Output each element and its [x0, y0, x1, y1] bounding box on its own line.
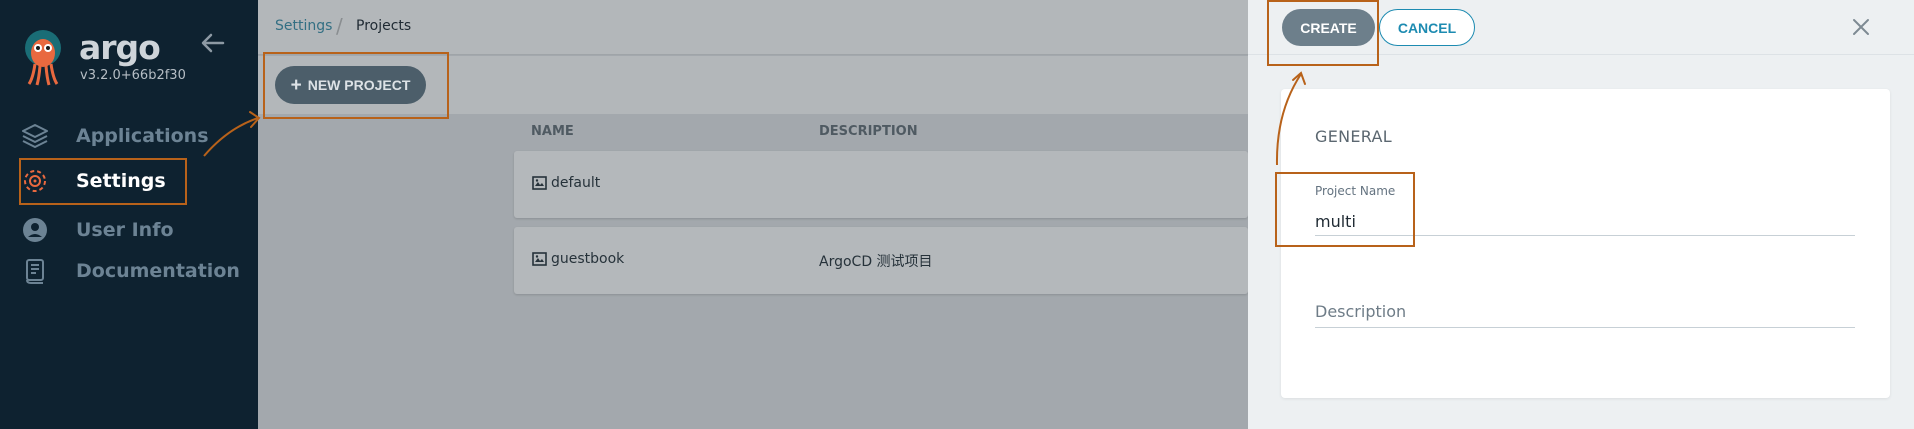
book-icon	[20, 256, 50, 286]
cancel-button[interactable]: CANCEL	[1379, 9, 1475, 46]
sidebar-item-label: User Info	[76, 219, 174, 241]
close-icon[interactable]	[1850, 16, 1872, 38]
back-arrow-icon[interactable]	[200, 30, 226, 56]
brand-name: argo	[79, 28, 161, 67]
create-highlight-box	[1267, 0, 1379, 66]
column-header-description: DESCRIPTION	[819, 124, 918, 139]
breadcrumb-separator: /	[336, 14, 343, 38]
project-icon	[532, 252, 547, 266]
project-name-highlight-box	[1275, 172, 1415, 247]
description-input[interactable]	[1315, 296, 1855, 328]
project-name-cell: guestbook	[532, 251, 624, 267]
project-name: default	[551, 175, 601, 191]
user-icon	[20, 215, 50, 245]
sidebar-item-documentation[interactable]: Documentation	[20, 251, 310, 291]
section-title: GENERAL	[1315, 127, 1393, 146]
project-name-cell: default	[532, 175, 600, 191]
table-row[interactable]: default	[514, 151, 1248, 218]
breadcrumb-settings-link[interactable]: Settings	[275, 18, 332, 34]
sidebar-item-label: Applications	[76, 125, 209, 147]
table-row[interactable]: guestbook ArgoCD 测试项目	[514, 227, 1248, 294]
new-project-highlight-box	[263, 52, 449, 119]
layers-icon	[20, 121, 50, 151]
argo-logo-icon	[25, 30, 61, 86]
settings-highlight-box	[19, 158, 187, 205]
sidebar-item-applications[interactable]: Applications	[20, 116, 310, 156]
column-header-name: NAME	[531, 124, 574, 139]
project-icon	[532, 176, 547, 190]
sidebar-item-label: Documentation	[76, 260, 240, 282]
project-name: guestbook	[551, 251, 625, 267]
sidebar-item-user-info[interactable]: User Info	[20, 210, 310, 250]
breadcrumb-current: Projects	[356, 18, 412, 34]
version-label: v3.2.0+66b2f30	[80, 68, 186, 83]
project-description: ArgoCD 测试项目	[819, 254, 933, 270]
